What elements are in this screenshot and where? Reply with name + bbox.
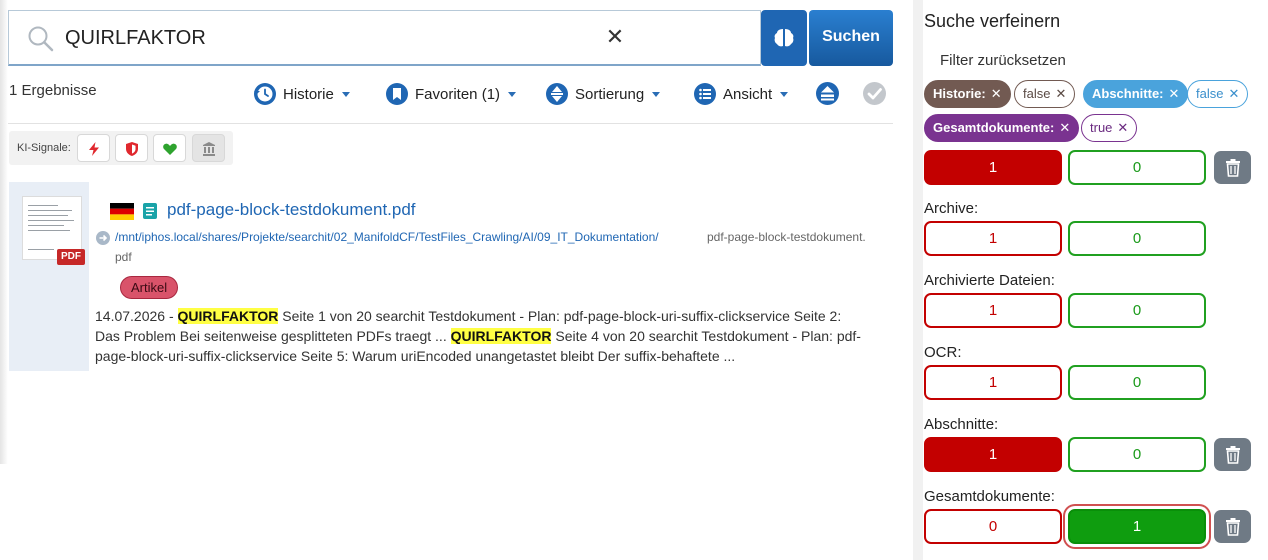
facet-first-false-button[interactable]: 1: [924, 150, 1062, 185]
chip-value: false: [1196, 86, 1224, 101]
lightning-icon: [89, 142, 99, 156]
trash-icon: [1226, 518, 1240, 536]
close-icon[interactable]: ✕: [1059, 120, 1070, 135]
document-icon: [143, 203, 157, 219]
history-dropdown[interactable]: Historie: [253, 81, 350, 107]
view-dropdown[interactable]: Ansicht: [693, 81, 789, 107]
check-icon[interactable]: [862, 81, 887, 106]
trash-icon: [1226, 446, 1240, 464]
divider: [8, 123, 893, 124]
heart-icon: [163, 143, 177, 155]
facet-ocr-true-button[interactable]: 0: [1068, 365, 1206, 400]
signal-lightning-button[interactable]: [77, 134, 110, 162]
facet-archive-false-button[interactable]: 1: [924, 221, 1062, 256]
result-filename: pdf-page-block-testdokument.: [707, 230, 866, 244]
filter-chip-abschnitte-value[interactable]: false ✕: [1187, 80, 1249, 108]
close-icon[interactable]: ✕: [991, 86, 1002, 101]
facet-archive-true-button[interactable]: 0: [1068, 221, 1206, 256]
facet-sections-false-button[interactable]: 1: [924, 437, 1062, 472]
bookmark-icon: [386, 83, 408, 105]
chevron-down-icon: [652, 91, 661, 97]
brain-icon: [774, 29, 794, 47]
refine-panel: Suche verfeinern Filter zurücksetzen His…: [913, 0, 1268, 560]
snippet-date: 14.07.2026 -: [95, 308, 178, 324]
chip-value: true: [1090, 120, 1113, 135]
filter-chip-gesamtdokumente-value[interactable]: true ✕: [1081, 114, 1138, 142]
facet-label-archived-files: Archivierte Dateien:: [924, 272, 1055, 289]
signal-heart-button[interactable]: [153, 134, 186, 162]
search-input[interactable]: [65, 21, 585, 55]
facet-first-true-button[interactable]: 0: [1068, 150, 1206, 185]
thumbnail-column: PDF: [9, 182, 89, 371]
result-filename-ext: pdf: [115, 250, 132, 264]
shield-icon: [126, 142, 138, 156]
sort-label: Sortierung: [575, 85, 645, 103]
trash-icon: [1226, 159, 1240, 177]
chevron-down-icon: [780, 91, 789, 97]
snippet-highlight: QUIRLFAKTOR: [177, 308, 279, 324]
chevron-down-icon: [341, 91, 350, 97]
bank-icon: [203, 142, 215, 156]
ai-signals-label: KI-Signale:: [17, 142, 71, 154]
chevron-down-icon: [508, 91, 517, 97]
ai-brain-button[interactable]: [761, 10, 807, 66]
facet-first-clear-button[interactable]: [1214, 151, 1251, 184]
view-label: Ansicht: [723, 85, 773, 103]
signal-bank-button[interactable]: [192, 134, 225, 162]
facet-label-ocr: OCR:: [924, 344, 962, 361]
sort-icon: [546, 83, 568, 105]
panel-separator: [913, 0, 923, 560]
filter-chip-historie-value[interactable]: false ✕: [1014, 80, 1076, 108]
facet-sections-clear-button[interactable]: [1214, 438, 1251, 471]
favorites-dropdown[interactable]: Favoriten (1): [385, 81, 517, 107]
facet-label-archive: Archive:: [924, 200, 979, 217]
search-button[interactable]: Suchen: [809, 10, 893, 66]
chip-label: Historie:: [933, 86, 986, 101]
arrow-right-icon: [96, 231, 110, 245]
facet-archived-files-true-button[interactable]: 0: [1068, 293, 1206, 328]
search-icon: [28, 26, 54, 52]
signal-shield-button[interactable]: [115, 134, 148, 162]
filter-chip-historie[interactable]: Historie: ✕: [924, 80, 1011, 108]
chip-label: Abschnitte:: [1092, 86, 1164, 101]
results-area: ✕ Suchen 1 Ergebnisse Historie Favoriten…: [0, 0, 905, 560]
favorites-label: Favoriten (1): [415, 85, 501, 103]
chip-value: false: [1023, 86, 1051, 101]
facet-label-total-documents: Gesamtdokumente:: [924, 488, 1055, 505]
result-count: 1 Ergebnisse: [9, 82, 97, 99]
result-path-link[interactable]: /mnt/iphos.local/shares/Projekte/searchi…: [115, 230, 659, 244]
close-icon[interactable]: ✕: [1228, 86, 1239, 101]
facet-total-documents-clear-button[interactable]: [1214, 510, 1251, 543]
facet-total-documents-false-button[interactable]: 0: [924, 509, 1062, 544]
snippet-highlight: QUIRLFAKTOR: [450, 328, 552, 344]
history-label: Historie: [283, 85, 334, 103]
filter-chip-gesamtdokumente[interactable]: Gesamtdokumente: ✕: [924, 114, 1080, 142]
collapse-icon[interactable]: [815, 81, 840, 106]
result-snippet: 14.07.2026 - QUIRLFAKTOR Seite 1 von 20 …: [95, 306, 865, 366]
clear-icon[interactable]: ✕: [605, 25, 625, 49]
facet-archived-files-false-button[interactable]: 1: [924, 293, 1062, 328]
close-icon[interactable]: ✕: [1117, 120, 1128, 135]
chip-label: Gesamtdokumente:: [933, 120, 1055, 135]
result-title-link[interactable]: pdf-page-block-testdokument.pdf: [167, 200, 416, 220]
facet-sections-true-button[interactable]: 0: [1068, 437, 1206, 472]
refine-title: Suche verfeinern: [924, 11, 1061, 31]
pdf-icon: PDF: [57, 249, 85, 265]
facet-total-documents-true-button[interactable]: 1: [1068, 509, 1206, 544]
filter-chip-abschnitte[interactable]: Abschnitte: ✕: [1083, 80, 1189, 108]
result-card: PDF pdf-page-block-testdokument.pdf /mnt…: [9, 182, 893, 371]
history-icon: [254, 83, 276, 105]
close-icon[interactable]: ✕: [1055, 86, 1066, 101]
reset-filters-link[interactable]: Filter zurücksetzen: [940, 52, 1066, 69]
list-view-icon: [694, 83, 716, 105]
close-icon[interactable]: ✕: [1169, 86, 1180, 101]
sort-dropdown[interactable]: Sortierung: [545, 81, 661, 107]
ai-signals-bar: KI-Signale:: [9, 131, 233, 165]
category-badge[interactable]: Artikel: [120, 276, 179, 299]
search-box[interactable]: ✕: [8, 10, 761, 66]
facet-ocr-false-button[interactable]: 1: [924, 365, 1062, 400]
german-flag-icon: [110, 203, 134, 220]
facet-label-sections: Abschnitte:: [924, 416, 999, 433]
